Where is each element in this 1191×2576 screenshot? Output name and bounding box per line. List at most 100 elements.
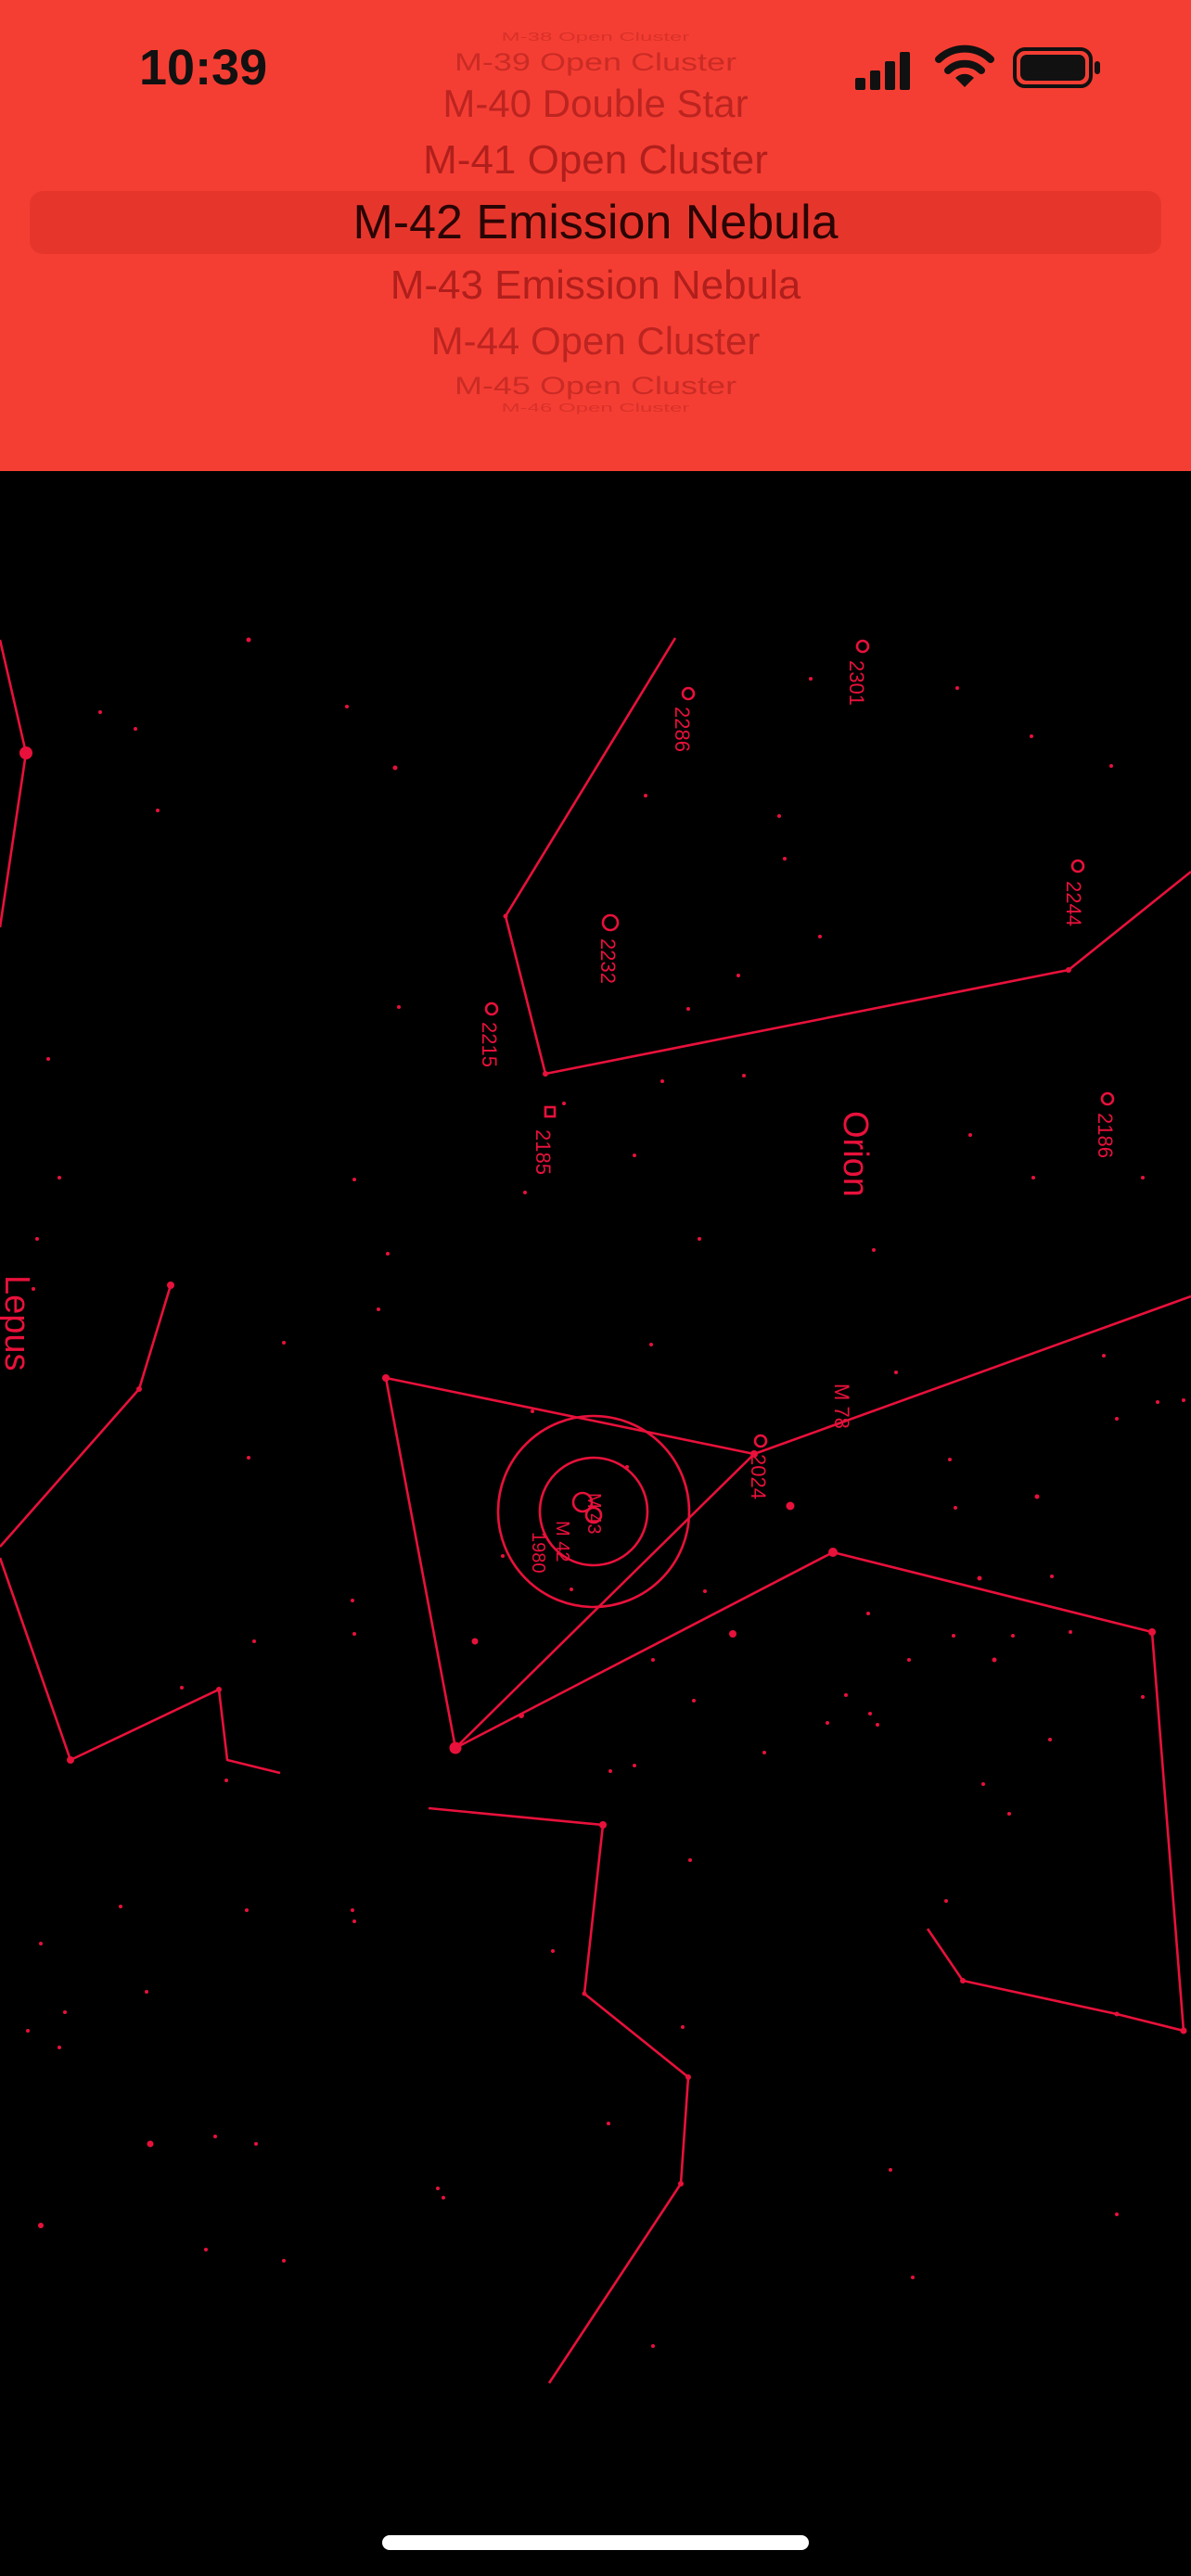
star-point [818, 935, 822, 938]
star-point [651, 1658, 655, 1662]
star-point [570, 1588, 573, 1591]
home-indicator[interactable] [382, 2535, 809, 2550]
picker-item[interactable]: M-45 Open Cluster [0, 373, 1191, 399]
star-point [844, 1693, 848, 1697]
star-point [147, 2140, 154, 2148]
star-point [63, 2010, 67, 2014]
star-point [703, 1589, 707, 1593]
object-label: 2301 [845, 660, 868, 706]
star-point [633, 1764, 636, 1767]
star-point [681, 2025, 685, 2029]
star-point [1031, 1176, 1035, 1180]
constellation-line [926, 1928, 1185, 2033]
star-point [1114, 2011, 1120, 2017]
star-point [134, 727, 137, 731]
picker-item[interactable]: M-46 Open Cluster [0, 402, 1191, 414]
picker-item-selected[interactable]: M-42 Emission Nebula [0, 198, 1191, 247]
star-point [952, 1634, 955, 1638]
star-point [67, 1756, 74, 1764]
star-point [1007, 1812, 1011, 1816]
star-point [1141, 1695, 1145, 1699]
picker-item[interactable]: M-41 Open Cluster [0, 140, 1191, 181]
star-point [551, 1949, 555, 1953]
star-point [678, 2181, 684, 2187]
object-label: 2024 [747, 1454, 770, 1499]
object-label: 2244 [1062, 881, 1085, 926]
star-point [562, 1102, 566, 1105]
star-point [651, 2344, 655, 2348]
star-chart-canvas[interactable]: Orion Lepus 2301 2286 2244 2232 2215 218… [0, 471, 1191, 2576]
star-point [377, 1307, 380, 1311]
object-label: 2185 [531, 1129, 555, 1175]
star-point [352, 1919, 356, 1923]
star-point [981, 1782, 985, 1786]
cluster-marker [681, 686, 696, 701]
star-point [252, 1639, 256, 1643]
star-point [397, 1005, 401, 1009]
star-point [1030, 734, 1033, 738]
object-label: M 78 [830, 1384, 853, 1429]
constellation-line [428, 1806, 690, 2384]
star-point [783, 857, 787, 861]
star-point [685, 2074, 691, 2080]
star-point [872, 1248, 876, 1252]
status-bar: 10:39 [0, 0, 1191, 139]
star-point [246, 637, 251, 643]
object-label: 2186 [1094, 1113, 1117, 1158]
star-point [954, 1506, 957, 1510]
picker-item[interactable]: M-43 Emission Nebula [0, 265, 1191, 306]
star-point [736, 974, 740, 977]
star-point [948, 1458, 952, 1461]
star-chart[interactable]: Orion Lepus 2301 2286 2244 2232 2215 218… [0, 471, 1191, 2576]
star-point [1115, 2213, 1119, 2216]
star-point [992, 1657, 997, 1663]
star-point [501, 1554, 505, 1558]
star-point [442, 2196, 445, 2200]
star-point [1182, 1398, 1185, 1402]
star-point [46, 1057, 50, 1061]
battery-icon [1013, 47, 1100, 88]
star-point [19, 746, 32, 759]
star-point [345, 705, 349, 708]
map-labels: Orion Lepus 2301 2286 2244 2232 2215 218… [0, 660, 1117, 1574]
star-point [35, 1237, 39, 1241]
cluster-marker [1100, 1091, 1115, 1106]
star-point [145, 1990, 148, 1994]
star-point [382, 1374, 390, 1382]
star-point [26, 2029, 30, 2033]
star-point [386, 1252, 390, 1256]
star-point [968, 1133, 972, 1137]
star-point [1050, 1575, 1054, 1578]
star-point [692, 1699, 696, 1702]
picker-item[interactable]: M-44 Open Cluster [0, 322, 1191, 361]
star-point [1109, 764, 1113, 768]
star-point [649, 1343, 653, 1346]
star-point [1048, 1738, 1052, 1741]
star-point [282, 1341, 286, 1345]
star-point [1069, 1630, 1072, 1634]
cluster-marker [1070, 859, 1085, 874]
star-point [786, 1501, 795, 1511]
star-point [282, 2259, 286, 2263]
constellation-line [384, 1376, 757, 1751]
star-point [955, 686, 959, 690]
star-point [38, 2223, 44, 2228]
star-point [245, 1908, 249, 1912]
star-point [523, 1191, 527, 1194]
constellation-line [753, 1294, 1191, 1456]
star-point [1102, 1354, 1106, 1358]
star-point [698, 1237, 701, 1241]
wifi-icon [935, 45, 994, 87]
star-point [543, 1071, 548, 1077]
star-point [633, 1154, 636, 1157]
star-point [777, 814, 781, 818]
star-point [1066, 967, 1071, 973]
star-point [907, 1658, 911, 1662]
star-point [644, 794, 647, 797]
star-point [58, 1176, 61, 1180]
star-point [1180, 2027, 1187, 2034]
star-point [608, 1769, 612, 1773]
star-point [762, 1751, 766, 1754]
star-point [1141, 1176, 1145, 1180]
star-point [352, 1632, 356, 1636]
